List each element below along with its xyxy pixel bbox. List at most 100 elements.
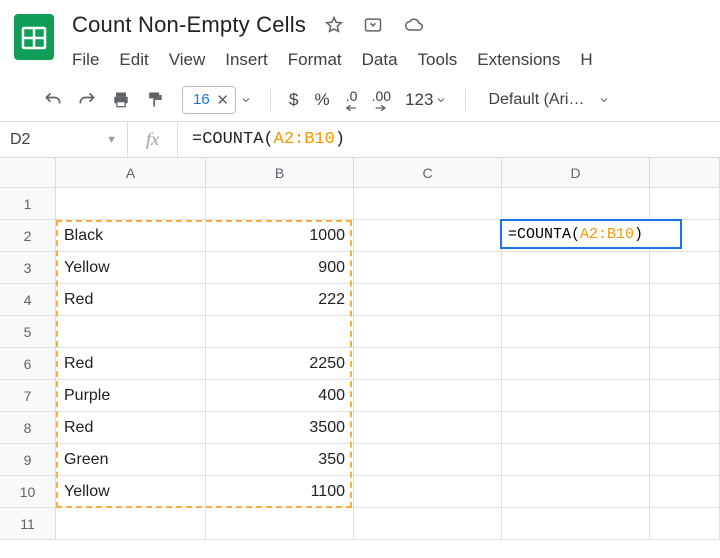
doc-title[interactable]: Count Non-Empty Cells <box>72 12 306 38</box>
row-header[interactable]: 1 <box>0 188 56 220</box>
formula-input[interactable]: =COUNTA(A2:B10) <box>178 122 720 157</box>
cell[interactable]: Green <box>56 444 206 476</box>
cell[interactable]: 3500 <box>206 412 354 444</box>
cell[interactable] <box>502 444 650 476</box>
col-header[interactable]: A <box>56 158 206 188</box>
cell[interactable] <box>354 476 502 508</box>
cell[interactable] <box>650 252 720 284</box>
font-family-select[interactable]: Default (Ari… <box>488 91 610 109</box>
cloud-status-icon[interactable] <box>402 15 426 35</box>
cell[interactable] <box>502 284 650 316</box>
close-icon[interactable]: ✕ <box>216 91 229 109</box>
cell[interactable] <box>502 348 650 380</box>
cell[interactable]: 400 <box>206 380 354 412</box>
number-format-button[interactable]: 123 <box>405 90 447 110</box>
redo-icon[interactable] <box>74 87 100 113</box>
print-icon[interactable] <box>108 87 134 113</box>
zoom-chip[interactable]: 16 ✕ <box>182 86 236 114</box>
col-header[interactable]: D <box>502 158 650 188</box>
cell[interactable]: Red <box>56 284 206 316</box>
cell[interactable] <box>206 316 354 348</box>
cell[interactable]: Yellow <box>56 476 206 508</box>
currency-button[interactable]: $ <box>289 90 298 110</box>
cell[interactable]: Red <box>56 412 206 444</box>
row-header[interactable]: 11 <box>0 508 56 540</box>
cell[interactable]: 222 <box>206 284 354 316</box>
cell[interactable]: 350 <box>206 444 354 476</box>
menu-tools[interactable]: Tools <box>418 50 458 70</box>
menu-help[interactable]: H <box>580 50 592 70</box>
col-header[interactable]: C <box>354 158 502 188</box>
cell[interactable] <box>502 316 650 348</box>
cell[interactable] <box>502 252 650 284</box>
menu-format[interactable]: Format <box>288 50 342 70</box>
menu-file[interactable]: File <box>72 50 99 70</box>
cell[interactable] <box>56 316 206 348</box>
decrease-decimal-button[interactable]: .0 <box>344 87 360 113</box>
cell[interactable] <box>354 316 502 348</box>
cell[interactable] <box>650 316 720 348</box>
row-header[interactable]: 4 <box>0 284 56 316</box>
sheets-logo[interactable] <box>14 10 54 64</box>
undo-icon[interactable] <box>40 87 66 113</box>
cell[interactable] <box>502 508 650 540</box>
cell[interactable] <box>206 188 354 220</box>
cell[interactable] <box>354 220 502 252</box>
cell[interactable]: 1100 <box>206 476 354 508</box>
cell[interactable]: Red <box>56 348 206 380</box>
cell[interactable] <box>650 380 720 412</box>
row-header[interactable]: 8 <box>0 412 56 444</box>
increase-decimal-button[interactable]: .00 <box>372 87 391 113</box>
menu-edit[interactable]: Edit <box>119 50 148 70</box>
row-header[interactable]: 5 <box>0 316 56 348</box>
cell[interactable]: Yellow <box>56 252 206 284</box>
cell[interactable] <box>354 412 502 444</box>
cell[interactable]: 1000 <box>206 220 354 252</box>
cell[interactable] <box>650 348 720 380</box>
cell[interactable] <box>502 188 650 220</box>
cell[interactable] <box>354 444 502 476</box>
row-header[interactable]: 10 <box>0 476 56 508</box>
cell[interactable] <box>502 476 650 508</box>
cell[interactable] <box>56 188 206 220</box>
menu-extensions[interactable]: Extensions <box>477 50 560 70</box>
cell[interactable]: 900 <box>206 252 354 284</box>
cell[interactable] <box>650 188 720 220</box>
row-header[interactable]: 6 <box>0 348 56 380</box>
cell[interactable] <box>650 444 720 476</box>
cell[interactable] <box>56 508 206 540</box>
select-all-corner[interactable] <box>0 158 56 188</box>
paint-format-icon[interactable] <box>142 87 168 113</box>
cell[interactable] <box>650 476 720 508</box>
percent-button[interactable]: % <box>314 90 329 110</box>
row-header[interactable]: 3 <box>0 252 56 284</box>
row-header[interactable]: 7 <box>0 380 56 412</box>
star-icon[interactable] <box>324 15 344 35</box>
cell[interactable] <box>650 508 720 540</box>
chevron-down-icon[interactable] <box>240 94 252 106</box>
menu-data[interactable]: Data <box>362 50 398 70</box>
active-cell[interactable]: =COUNTA(A2:B10) <box>500 219 682 249</box>
cell[interactable]: Purple <box>56 380 206 412</box>
cell[interactable] <box>354 188 502 220</box>
cell[interactable]: Black <box>56 220 206 252</box>
cell[interactable] <box>502 380 650 412</box>
col-header[interactable]: B <box>206 158 354 188</box>
cell[interactable] <box>206 508 354 540</box>
cell[interactable] <box>354 348 502 380</box>
cell[interactable] <box>354 380 502 412</box>
row-header[interactable]: 2 <box>0 220 56 252</box>
cell[interactable] <box>502 412 650 444</box>
cell[interactable] <box>650 284 720 316</box>
name-box[interactable]: D2 ▼ <box>0 122 128 157</box>
menu-view[interactable]: View <box>169 50 206 70</box>
move-icon[interactable] <box>362 15 384 35</box>
cell[interactable] <box>354 252 502 284</box>
menu-insert[interactable]: Insert <box>225 50 268 70</box>
cell[interactable] <box>650 412 720 444</box>
cell[interactable] <box>354 508 502 540</box>
col-header[interactable] <box>650 158 720 188</box>
cell[interactable]: 2250 <box>206 348 354 380</box>
cell[interactable] <box>354 284 502 316</box>
row-header[interactable]: 9 <box>0 444 56 476</box>
